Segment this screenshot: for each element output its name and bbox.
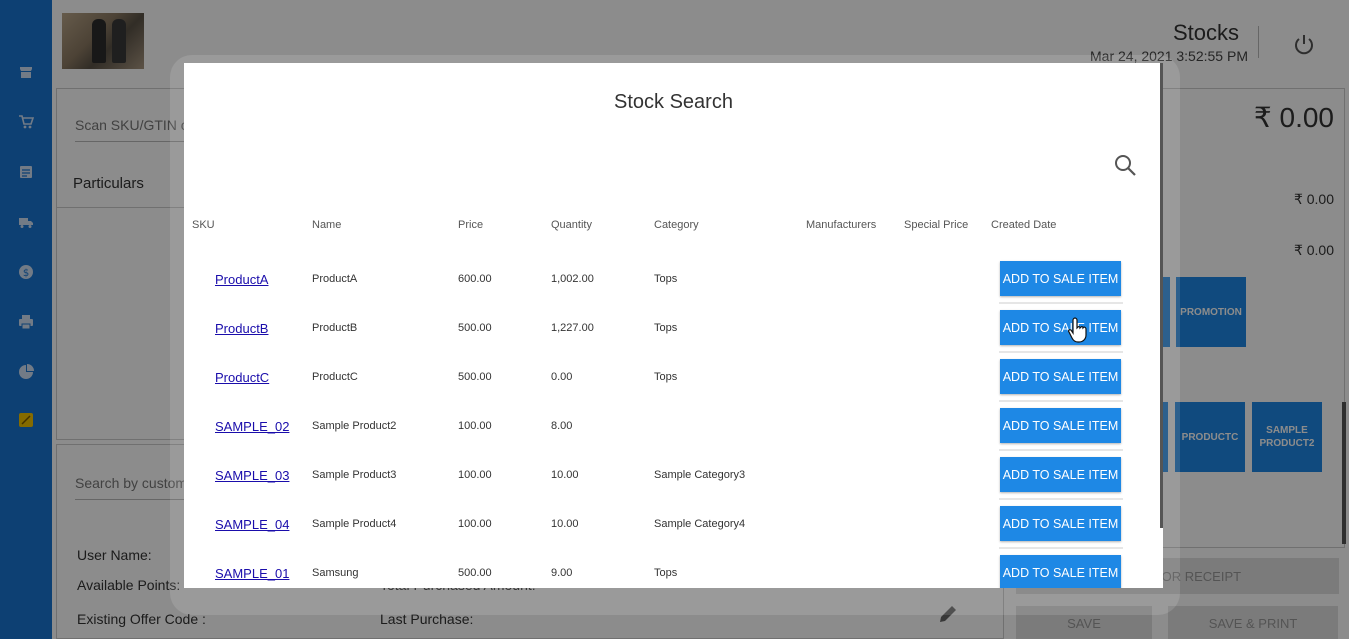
sku-link[interactable]: ProductC xyxy=(215,370,269,385)
row-price: 500.00 xyxy=(458,567,492,579)
sku-link[interactable]: ProductA xyxy=(215,272,268,287)
row-quantity: 8.00 xyxy=(551,420,573,432)
col-manufacturers[interactable]: Manufacturers xyxy=(806,219,876,231)
row-price: 600.00 xyxy=(458,273,492,285)
row-name: ProductA xyxy=(312,273,358,285)
row-quantity: 10.00 xyxy=(551,469,579,481)
row-category: Sample Category3 xyxy=(654,469,746,481)
sku-link[interactable]: SAMPLE_02 xyxy=(215,419,289,434)
row-quantity: 1,227.00 xyxy=(551,322,594,334)
row-quantity: 1,002.00 xyxy=(551,273,594,285)
col-price[interactable]: Price xyxy=(458,219,483,231)
row-price: 500.00 xyxy=(458,371,492,383)
add-to-sale-button[interactable]: ADD TO SALE ITEM xyxy=(1000,359,1121,394)
add-to-sale-button[interactable]: ADD TO SALE ITEM xyxy=(1000,506,1121,541)
add-to-sale-button[interactable]: ADD TO SALE ITEM xyxy=(1000,555,1121,588)
col-created-date[interactable]: Created Date xyxy=(991,219,1056,231)
col-name[interactable]: Name xyxy=(312,219,341,231)
row-divider xyxy=(999,351,1123,353)
row-name: Sample Product4 xyxy=(312,518,397,530)
stock-search-dialog: Stock Search SKU Name Price Quantity Cat… xyxy=(184,63,1163,588)
row-name: Samsung xyxy=(312,567,359,579)
hand-cursor-icon xyxy=(1068,316,1090,344)
row-name: Sample Product2 xyxy=(312,420,397,432)
row-quantity: 9.00 xyxy=(551,567,573,579)
row-category: Tops xyxy=(654,371,678,383)
row-name: ProductB xyxy=(312,322,358,334)
add-to-sale-button[interactable]: ADD TO SALE ITEM xyxy=(1000,408,1121,443)
sku-link[interactable]: ProductB xyxy=(215,321,268,336)
row-divider xyxy=(999,449,1123,451)
sku-link[interactable]: SAMPLE_04 xyxy=(215,517,289,532)
row-quantity: 10.00 xyxy=(551,518,579,530)
dialog-title: Stock Search xyxy=(614,91,733,113)
row-price: 100.00 xyxy=(458,420,492,432)
row-divider xyxy=(999,498,1123,500)
add-to-sale-button[interactable]: ADD TO SALE ITEM xyxy=(1000,310,1121,345)
row-divider xyxy=(999,547,1123,549)
row-price: 500.00 xyxy=(458,322,492,334)
col-quantity[interactable]: Quantity xyxy=(551,219,592,231)
col-sku[interactable]: SKU xyxy=(192,219,215,231)
row-category: Tops xyxy=(654,273,678,285)
sku-link[interactable]: SAMPLE_01 xyxy=(215,566,289,581)
sku-link[interactable]: SAMPLE_03 xyxy=(215,468,289,483)
col-category[interactable]: Category xyxy=(654,219,699,231)
row-name: Sample Product3 xyxy=(312,469,397,481)
row-category: Tops xyxy=(654,567,678,579)
row-quantity: 0.00 xyxy=(551,371,573,383)
row-category: Sample Category4 xyxy=(654,518,746,530)
row-price: 100.00 xyxy=(458,518,492,530)
dialog-scrollbar[interactable] xyxy=(1160,63,1163,528)
row-divider xyxy=(999,400,1123,402)
add-to-sale-button[interactable]: ADD TO SALE ITEM xyxy=(1000,457,1121,492)
row-category: Tops xyxy=(654,322,678,334)
search-icon[interactable] xyxy=(1113,153,1137,177)
col-special-price[interactable]: Special Price xyxy=(904,219,968,231)
row-price: 100.00 xyxy=(458,469,492,481)
row-divider xyxy=(999,302,1123,304)
row-name: ProductC xyxy=(312,371,358,383)
add-to-sale-button[interactable]: ADD TO SALE ITEM xyxy=(1000,261,1121,296)
